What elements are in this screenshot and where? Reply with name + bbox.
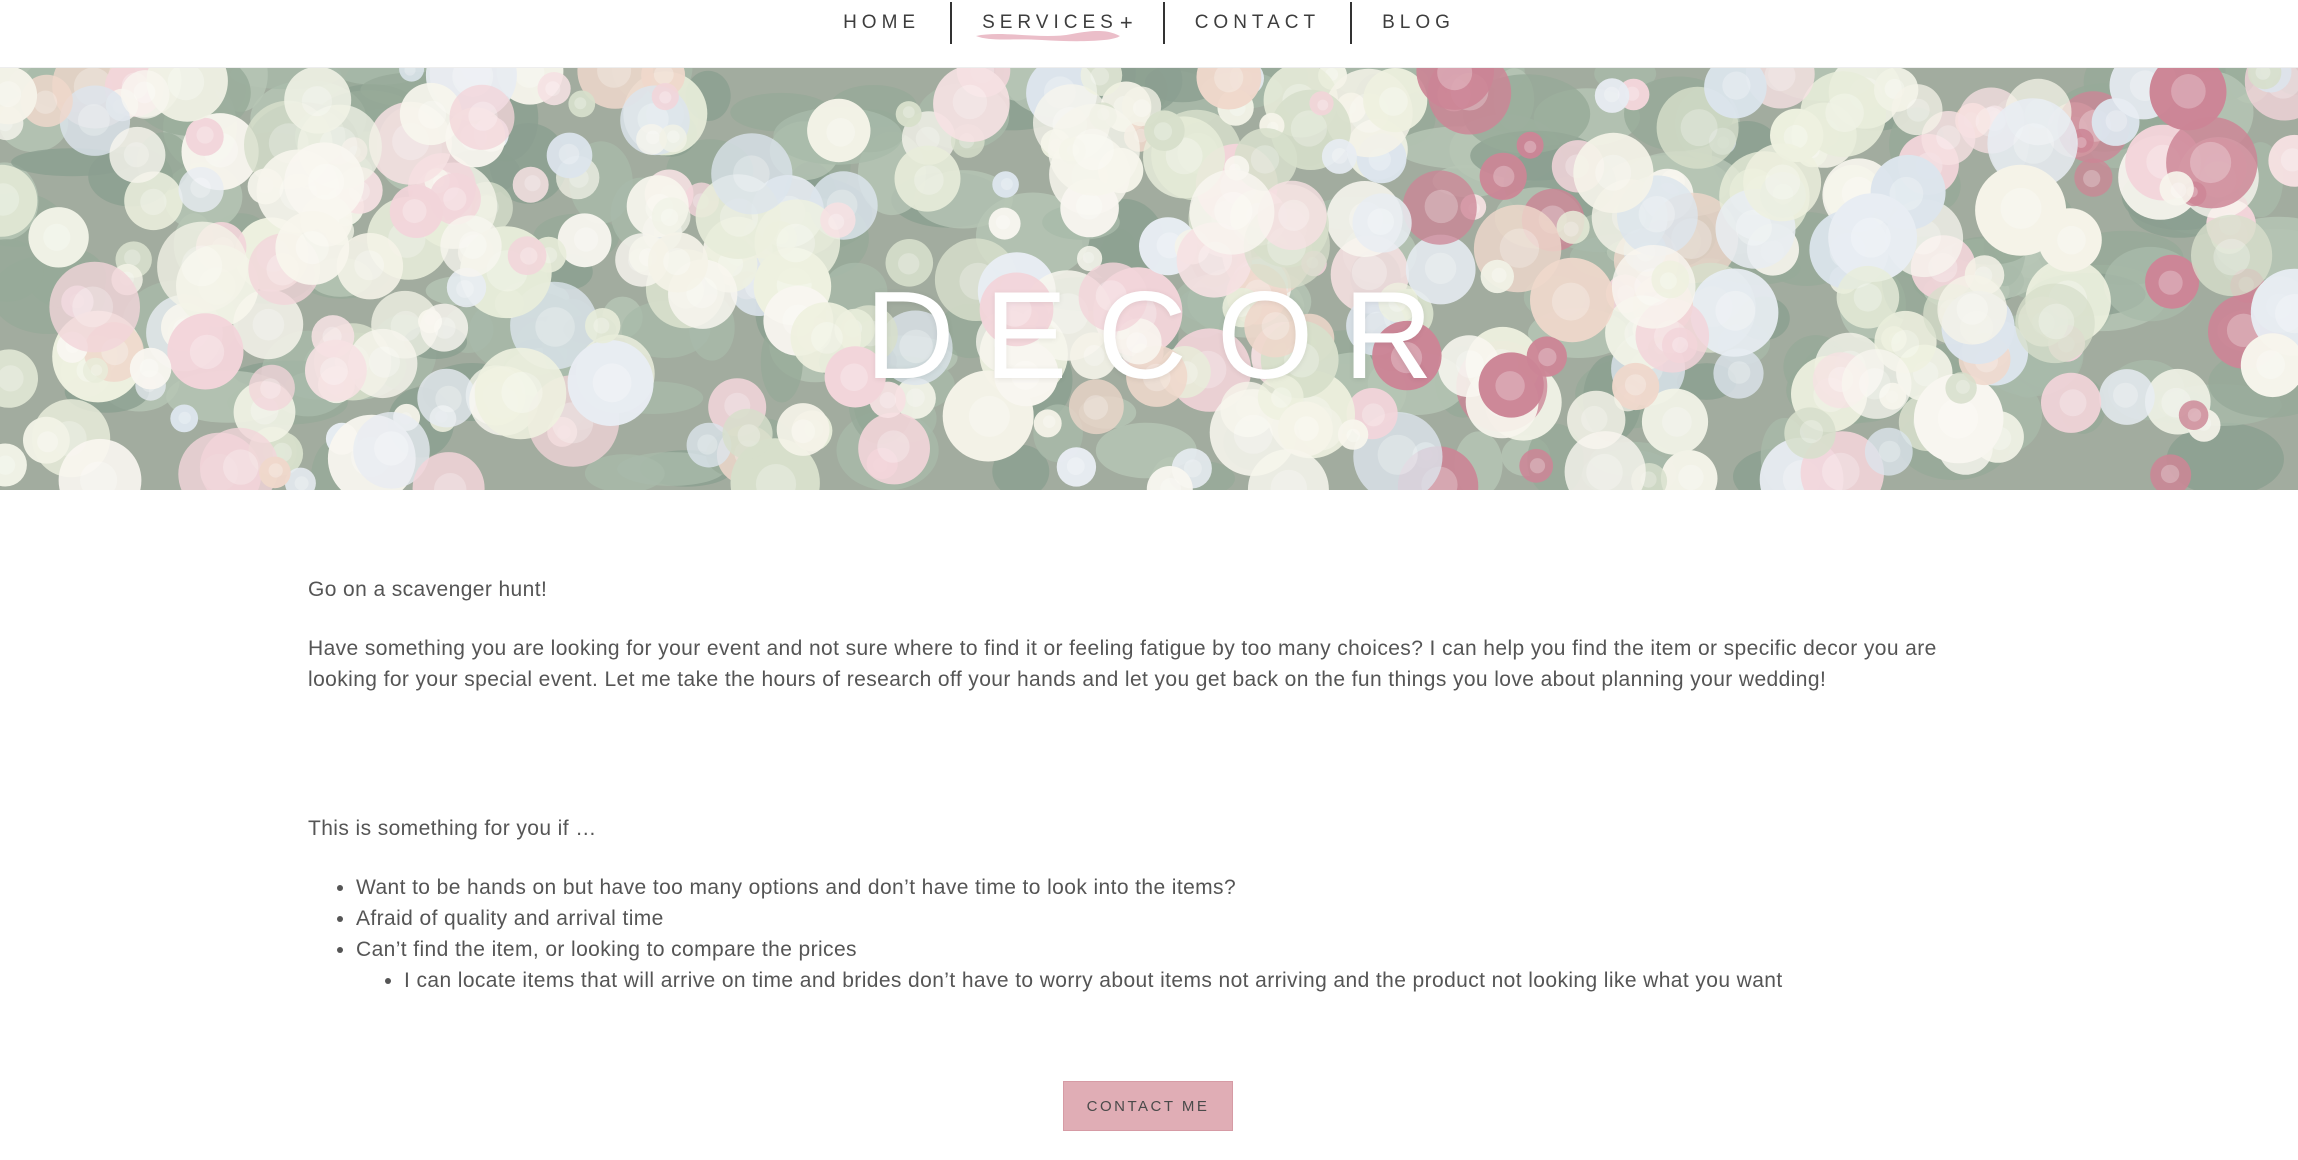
- page-title: DECOR: [865, 267, 1463, 405]
- list-item: Want to be hands on but have too many op…: [356, 872, 1783, 903]
- list-item: Afraid of quality and arrival time: [356, 903, 1783, 934]
- sub-list-item: I can locate items that will arrive on t…: [404, 965, 1783, 996]
- list-item: Can’t find the item, or looking to compa…: [356, 934, 1783, 996]
- list-item-text: Can’t find the item, or looking to compa…: [356, 938, 857, 961]
- submenu-plus-icon[interactable]: +: [1120, 10, 1133, 36]
- sub-list: I can locate items that will arrive on t…: [404, 965, 1783, 996]
- benefits-list: Want to be hands on but have too many op…: [356, 872, 1783, 996]
- nav-item-label: CONTACT: [1194, 12, 1321, 33]
- nav-menu: HOME SERVICES + CONTACT BLOG: [0, 0, 2298, 46]
- hero-banner: DECOR: [0, 68, 2298, 490]
- nav-item-blog[interactable]: BLOG: [1352, 2, 1485, 44]
- nav-item-home[interactable]: HOME: [813, 2, 950, 44]
- nav-item-label: SERVICES: [982, 12, 1118, 33]
- nav-item-label: HOME: [843, 12, 921, 33]
- intro-text: Go on a scavenger hunt!: [308, 578, 548, 601]
- for-you-heading: This is something for you if …: [308, 817, 597, 840]
- nav-item-label: BLOG: [1382, 12, 1455, 33]
- contact-me-button[interactable]: CONTACT ME: [1063, 1081, 1233, 1131]
- description-text: Have something you are looking for your …: [308, 637, 1937, 691]
- nav-item-contact[interactable]: CONTACT: [1165, 2, 1350, 44]
- top-navigation: HOME SERVICES + CONTACT BLOG: [0, 0, 2298, 68]
- nav-item-services[interactable]: SERVICES +: [952, 2, 1163, 44]
